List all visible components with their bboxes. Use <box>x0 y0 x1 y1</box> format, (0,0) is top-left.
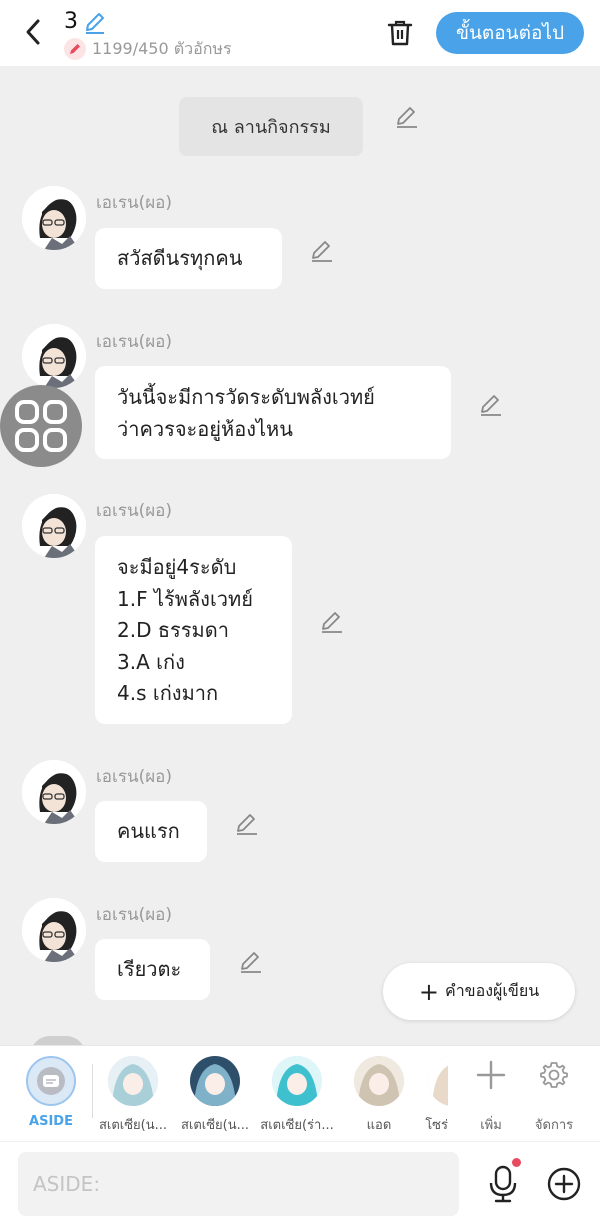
char-count-row: 1199/450 ตัวอักษร <box>64 38 232 60</box>
back-button[interactable] <box>18 16 48 48</box>
message-line: 2.D ธรรมดา <box>117 618 229 642</box>
character-label: สเตเซีย(น... <box>98 1118 168 1133</box>
speaker-name: เอเรน(ผอ) <box>96 905 173 925</box>
message-line: 1.F ไร้พลังเวทย์ <box>117 586 253 611</box>
message-line: เรียวตะ <box>117 957 182 981</box>
edit-icon[interactable] <box>234 811 260 837</box>
message-line: 3.A เก่ง <box>117 649 185 674</box>
edit-icon[interactable] <box>478 392 504 418</box>
character-item[interactable]: สเตเซีย(น... <box>94 1056 172 1136</box>
author-note-label: คำของผู้เขียน <box>444 981 540 1000</box>
character-item[interactable]: สเตเซีย(น... <box>176 1056 254 1136</box>
chevron-left-icon <box>26 19 40 45</box>
top-bar: 3 1199/450 ตัวอักษร ขั้นตอนต่อไป <box>0 0 600 66</box>
manage-button[interactable]: จัดการ <box>524 1056 584 1136</box>
aside-avatar <box>26 1056 76 1106</box>
character-avatar-icon <box>22 186 86 250</box>
avatar[interactable] <box>22 324 86 388</box>
edit-icon[interactable] <box>309 238 335 264</box>
grid-icon <box>15 400 67 452</box>
character-avatar <box>272 1056 322 1106</box>
character-label: ASIDE <box>29 1114 73 1129</box>
notification-dot <box>512 1158 521 1167</box>
message-input[interactable] <box>18 1152 459 1216</box>
avatar[interactable] <box>22 494 86 558</box>
speaker-name: เอเรน(ผอ) <box>96 767 173 787</box>
next-step-button[interactable]: ขั้นตอนต่อไป <box>436 12 584 54</box>
character-avatar-icon <box>22 760 86 824</box>
edit-icon[interactable] <box>238 949 264 975</box>
add-label: เพิ่ม <box>480 1118 502 1133</box>
delete-button[interactable] <box>384 16 416 50</box>
edit-icon[interactable] <box>319 609 345 635</box>
pencil-icon <box>70 44 80 54</box>
speaker-name: เอเรน(ผอ) <box>96 501 173 521</box>
character-avatar-icon <box>22 898 86 962</box>
character-avatar-icon <box>428 1056 448 1106</box>
speaker-name: เอเรน(ผอ) <box>96 332 173 352</box>
character-item[interactable]: แอด <box>340 1056 418 1136</box>
character-aside[interactable]: ASIDE <box>12 1056 90 1136</box>
message-line: ว่าควรจะอยู่ห้องไหน <box>117 416 293 441</box>
plus-icon: + <box>418 977 439 1006</box>
pencil-icon[interactable] <box>82 9 108 35</box>
character-avatar-icon <box>190 1056 240 1106</box>
plus-circle-icon[interactable] <box>546 1166 582 1202</box>
trash-icon <box>387 20 413 46</box>
composer <box>0 1142 600 1226</box>
microphone-icon[interactable] <box>486 1164 520 1204</box>
character-avatar <box>190 1056 240 1106</box>
scene-label[interactable]: ณ ลานกิจกรรม <box>179 97 363 156</box>
character-avatar-icon <box>22 494 86 558</box>
character-avatar-icon <box>22 324 86 388</box>
message-line: วันนี้จะมีการวัดระดับพลังเวทย์ <box>117 385 375 409</box>
character-avatar <box>428 1056 448 1106</box>
plus-icon <box>476 1060 506 1090</box>
divider <box>92 1064 93 1118</box>
speaker-name: เอเรน(ผอ) <box>96 193 173 213</box>
manage-label: จัดการ <box>534 1118 574 1133</box>
character-label: สเตเซีย(ร่า... <box>260 1118 334 1133</box>
avatar[interactable] <box>22 186 86 250</box>
message-line: จะมีอยู่4ระดับ <box>117 555 237 579</box>
character-avatar-icon <box>108 1056 158 1106</box>
avatar[interactable] <box>22 898 86 962</box>
chapter-number: 3 <box>64 9 78 34</box>
avatar[interactable] <box>22 760 86 824</box>
message-line: สวัสดีนรทุกคน <box>117 246 243 270</box>
character-label: สเตเซีย(น... <box>180 1118 250 1133</box>
character-bar: ASIDE สเตเซีย(น... สเตเซีย(น... สเตเซีย(… <box>0 1045 600 1141</box>
character-count: 1199/450 ตัวอักษร <box>92 38 232 58</box>
message-line: คนแรก <box>117 819 180 843</box>
character-label: โซร่ <box>425 1118 448 1133</box>
message-bubble[interactable]: คนแรก <box>95 801 207 862</box>
pen-badge <box>64 38 86 60</box>
message-bubble[interactable]: สวัสดีนรทุกคน <box>95 228 282 289</box>
edit-icon[interactable] <box>394 104 420 130</box>
floating-menu-button[interactable] <box>0 385 82 467</box>
character-item[interactable]: สเตเซีย(ร่า... <box>258 1056 336 1136</box>
gear-icon <box>540 1062 568 1088</box>
character-avatar <box>354 1056 404 1106</box>
add-character-button[interactable]: เพิ่ม <box>461 1056 521 1136</box>
character-label: แอด <box>366 1118 392 1133</box>
message-bubble[interactable]: วันนี้จะมีการวัดระดับพลังเวทย์ ว่าควรจะอ… <box>95 366 451 459</box>
character-avatar <box>108 1056 158 1106</box>
author-note-button[interactable]: + คำของผู้เขียน <box>383 963 575 1020</box>
message-line: 4.s เก่งมาก <box>117 681 219 705</box>
character-avatar-icon <box>272 1056 322 1106</box>
message-bubble[interactable]: เรียวตะ <box>95 939 210 1000</box>
message-bubble[interactable]: จะมีอยู่4ระดับ 1.F ไร้พลังเวทย์ 2.D ธรรม… <box>95 536 292 724</box>
message-icon <box>37 1067 65 1095</box>
character-avatar-icon <box>354 1056 404 1106</box>
character-item[interactable]: โซร่ <box>414 1056 448 1136</box>
